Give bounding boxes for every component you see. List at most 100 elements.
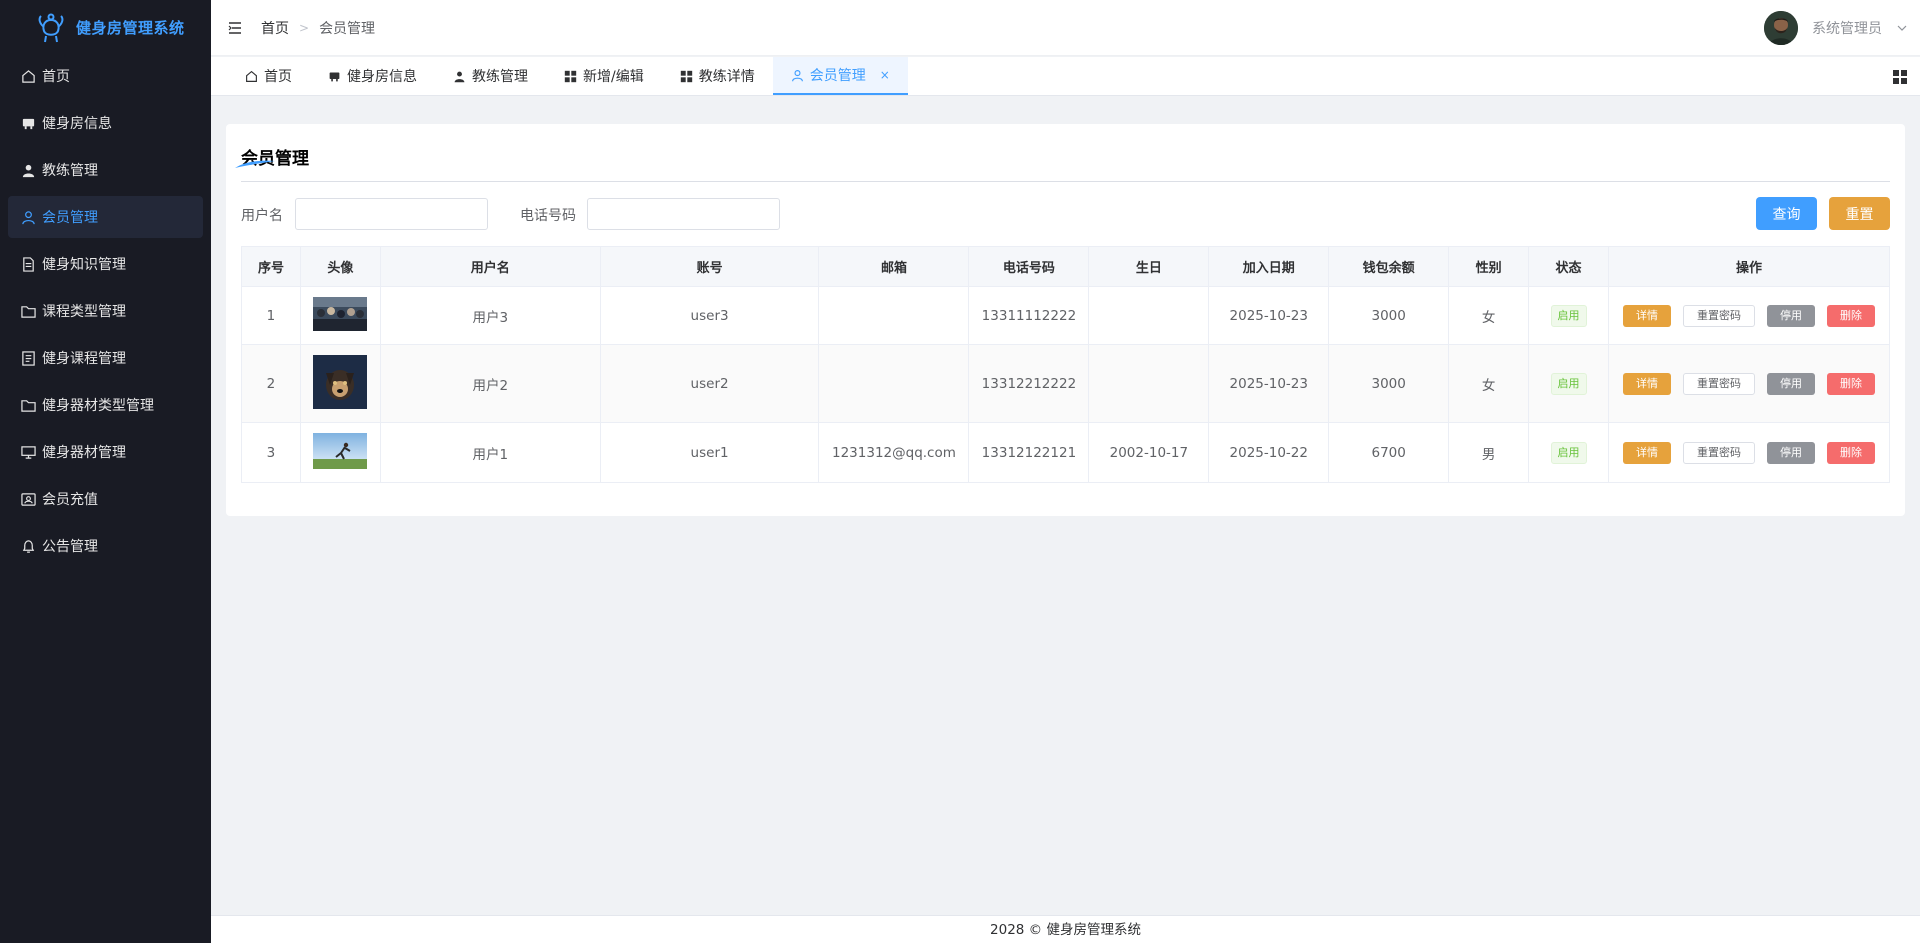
search-bar: 用户名 电话号码 查询 重置: [241, 197, 1890, 231]
sidebar-item-equipment[interactable]: 健身器材管理: [8, 431, 203, 473]
user-menu[interactable]: 系统管理员: [1764, 11, 1908, 45]
avatar-runner-photo[interactable]: [313, 432, 368, 473]
avatar-dog-photo[interactable]: [313, 354, 368, 413]
detail-button[interactable]: 详情: [1622, 372, 1671, 395]
cell-avatar: [299, 422, 381, 483]
cell-avatar: [299, 344, 381, 423]
sidebar-item-label: 教练管理: [42, 163, 98, 179]
tab-coach-detail[interactable]: 教练详情: [662, 57, 773, 95]
cell-birthday: [1088, 344, 1210, 423]
breadcrumb-home[interactable]: 首页: [261, 18, 289, 38]
sidebar-item-members[interactable]: 会员管理: [8, 196, 203, 238]
cell-status: 启用: [1528, 286, 1609, 345]
monitor-icon: [20, 444, 36, 460]
disable-button[interactable]: 停用: [1766, 372, 1815, 395]
phone-input[interactable]: [587, 198, 780, 230]
query-button[interactable]: 查询: [1756, 197, 1817, 230]
tab-members[interactable]: 会员管理 ×: [772, 57, 908, 95]
cell-avatar: [299, 286, 381, 345]
tab-label: 健身房信息: [347, 69, 417, 85]
detail-button[interactable]: 详情: [1622, 304, 1671, 327]
col-header: 性别: [1448, 246, 1530, 287]
user-icon: [20, 162, 36, 178]
cell-no: 3: [241, 422, 301, 483]
sidebar-item-recharge[interactable]: 会员充值: [8, 478, 203, 520]
wallet-icon: [20, 491, 36, 507]
col-header: 电话号码: [968, 246, 1090, 287]
cell-birthday: [1088, 286, 1210, 345]
cell-actions: 详情 重置密码 停用 删除: [1607, 422, 1891, 483]
sidebar-item-label: 健身课程管理: [42, 351, 126, 367]
sidebar-item-equipment-type[interactable]: 健身器材类型管理: [8, 384, 203, 426]
col-header: 账号: [599, 246, 820, 287]
tab-options-grid-icon[interactable]: [1892, 69, 1908, 85]
sidebar-item-label: 公告管理: [42, 539, 98, 555]
tab-gym-info[interactable]: 健身房信息: [310, 57, 435, 95]
document-icon: [20, 256, 36, 272]
cell-gender: 女: [1448, 286, 1530, 345]
cell-status: 启用: [1528, 422, 1609, 483]
cell-join-date: 2025-10-23: [1208, 344, 1330, 423]
disable-button[interactable]: 停用: [1766, 441, 1815, 464]
col-header: 生日: [1088, 246, 1210, 287]
sidebar-menu: 首页 健身房信息 教练管理 会员管理 健身知识管理 课程类型管理 健身课程管理: [0, 55, 211, 567]
document-list-icon: [20, 350, 36, 366]
status-badge: 启用: [1550, 304, 1587, 327]
detail-button[interactable]: 详情: [1622, 441, 1671, 464]
user-outline-icon: [20, 209, 36, 225]
app-logo[interactable]: 健身房管理系统: [0, 0, 211, 55]
close-icon[interactable]: ×: [880, 68, 890, 82]
sidebar-item-gym-info[interactable]: 健身房信息: [8, 102, 203, 144]
sidebar-item-label: 会员充值: [42, 492, 98, 508]
building-icon: [20, 115, 36, 131]
cell-gender: 男: [1448, 422, 1530, 483]
tab-home[interactable]: 首页: [227, 57, 310, 95]
reset-password-button[interactable]: 重置密码: [1682, 304, 1755, 327]
title-decoration: [235, 160, 275, 168]
members-table: 序号 头像 用户名 账号 邮箱 电话号码 生日 加入日期 钱包余额 性别 状态 …: [241, 246, 1891, 483]
sidebar-item-label: 健身知识管理: [42, 257, 126, 273]
reset-button[interactable]: 重置: [1829, 197, 1890, 230]
cell-no: 1: [241, 286, 301, 345]
disable-button[interactable]: 停用: [1766, 304, 1815, 327]
col-header: 邮箱: [818, 246, 970, 287]
delete-button[interactable]: 删除: [1826, 304, 1875, 327]
home-icon: [20, 68, 36, 84]
col-header: 钱包余额: [1328, 246, 1450, 287]
delete-button[interactable]: 删除: [1826, 372, 1875, 395]
col-header: 状态: [1528, 246, 1609, 287]
avatar-crowd-photo[interactable]: [313, 296, 368, 335]
delete-button[interactable]: 删除: [1826, 441, 1875, 464]
cell-gender: 女: [1448, 344, 1530, 423]
sidebar-item-label: 首页: [42, 69, 70, 85]
home-icon: [245, 70, 258, 83]
sidebar-item-course-type[interactable]: 课程类型管理: [8, 290, 203, 332]
main-card: 会员管理 用户名 电话号码 查询 重置 序号 头像 用户名 账号 邮箱 电话号码…: [226, 124, 1905, 516]
sidebar-item-coach[interactable]: 教练管理: [8, 149, 203, 191]
reset-password-button[interactable]: 重置密码: [1682, 372, 1755, 395]
reset-password-button[interactable]: 重置密码: [1682, 441, 1755, 464]
building-icon: [328, 70, 341, 83]
col-header: 头像: [299, 246, 381, 287]
menu-toggle-icon[interactable]: [227, 20, 243, 36]
grid-icon: [680, 70, 693, 83]
sidebar-item-label: 健身房信息: [42, 116, 112, 132]
sidebar-item-knowledge[interactable]: 健身知识管理: [8, 243, 203, 285]
cell-username: 用户3: [379, 286, 601, 345]
folder-icon: [20, 303, 36, 319]
sidebar: 健身房管理系统 首页 健身房信息 教练管理 会员管理 健身知识管理 课程类型管理: [0, 0, 211, 943]
avatar[interactable]: [1764, 11, 1798, 45]
sidebar-item-home[interactable]: 首页: [8, 55, 203, 97]
folder-icon: [20, 397, 36, 413]
col-header: 操作: [1607, 246, 1891, 287]
table-header-row: 序号 头像 用户名 账号 邮箱 电话号码 生日 加入日期 钱包余额 性别 状态 …: [241, 246, 1891, 287]
status-badge: 启用: [1550, 441, 1587, 464]
tab-coach[interactable]: 教练管理: [435, 57, 546, 95]
tab-add-edit[interactable]: 新增/编辑: [546, 57, 662, 95]
sidebar-item-course[interactable]: 健身课程管理: [8, 337, 203, 379]
username-input[interactable]: [295, 198, 488, 230]
tab-label: 教练管理: [472, 69, 528, 85]
cell-username: 用户2: [379, 344, 601, 423]
cell-phone: 13311112222: [968, 286, 1090, 345]
sidebar-item-notice[interactable]: 公告管理: [8, 525, 203, 567]
